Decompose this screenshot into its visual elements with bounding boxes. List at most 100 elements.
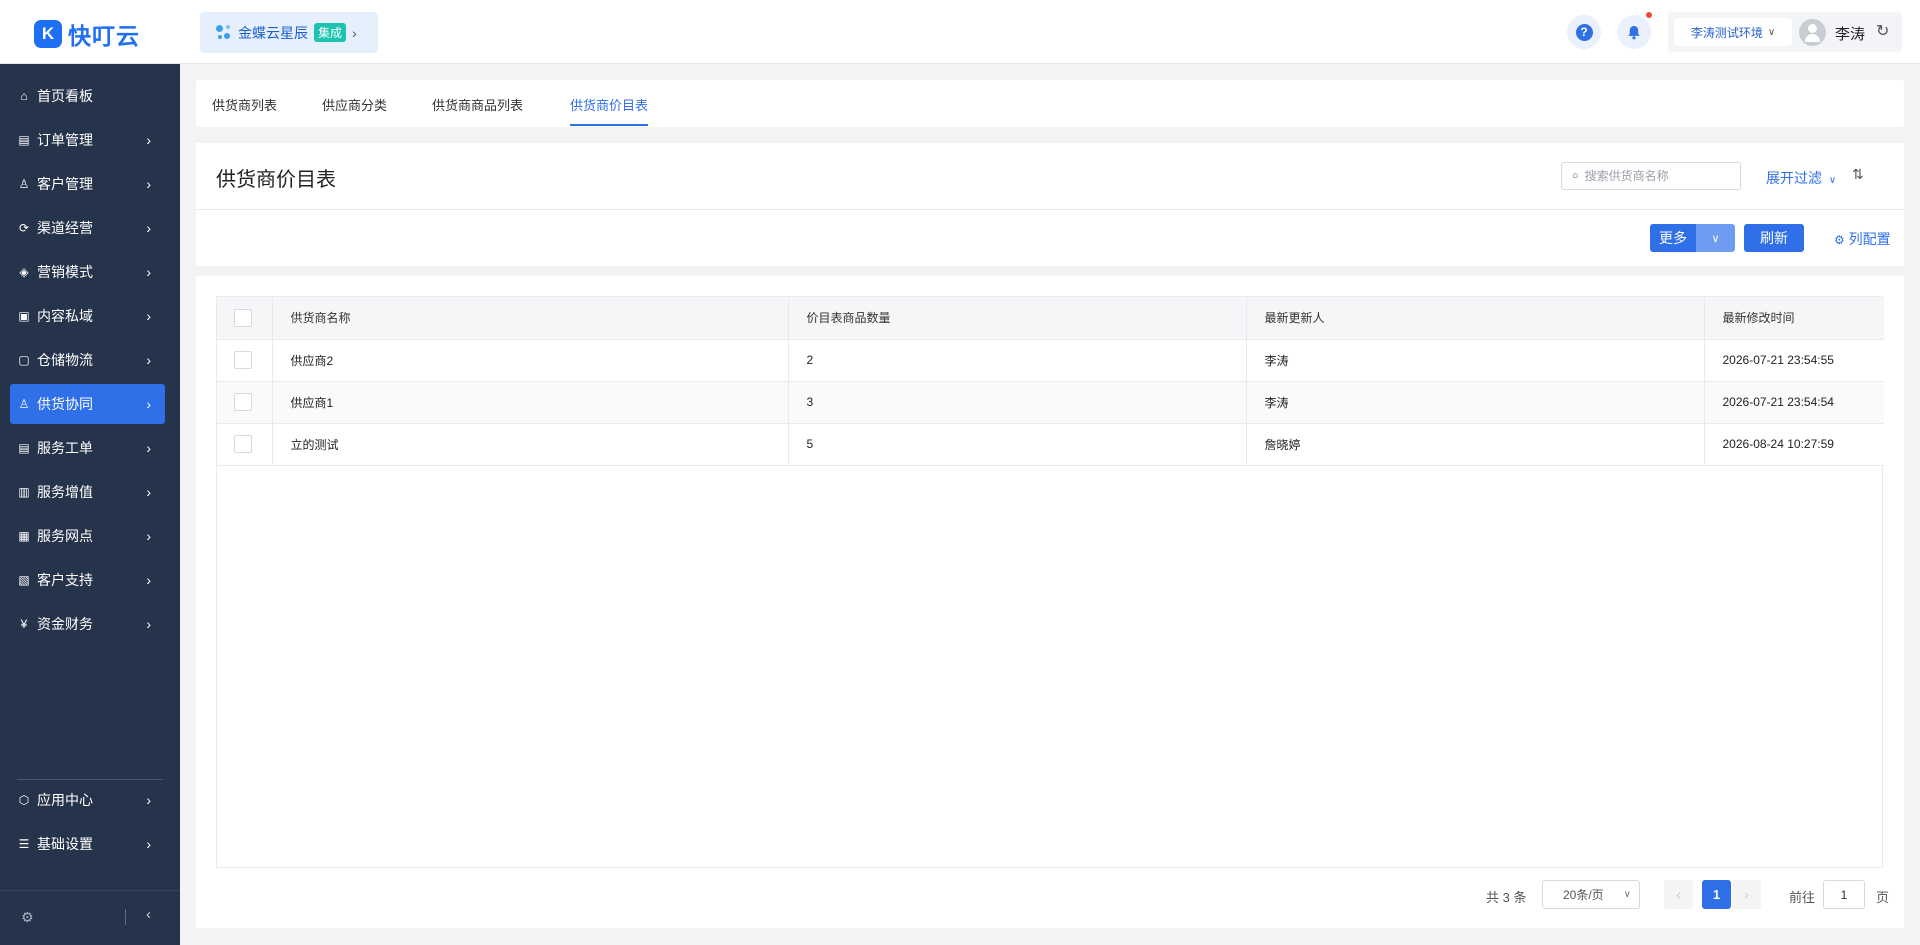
table-row[interactable]: 供应商1 3 李涛 2026-07-21 23:54:54 [217,381,1884,424]
logo-icon: K [34,20,62,48]
sidebar-item-label: 应用中心 [37,792,93,808]
modified-time-cell: 2026-08-24 10:27:59 [1704,423,1884,466]
help-button[interactable]: ? [1567,15,1601,49]
integration-switcher[interactable]: 金蝶云星辰 集成 › [200,12,378,53]
sidebar-item-label: 服务工单 [37,440,93,456]
sidebar-item[interactable]: ▤ 服务工单 › [10,428,165,468]
chevron-right-icon: › [146,396,151,412]
user-name[interactable]: 李涛 [1835,23,1865,44]
row-select-cell [217,423,273,466]
goto-page-input[interactable] [1823,880,1865,909]
tab-supplier-category[interactable]: 供应商分类 [322,95,387,114]
tab-supplier-pricelist[interactable]: 供货商价目表 [570,95,649,126]
sidebar-item[interactable]: ⟳ 渠道经营 › [10,208,165,248]
expand-filter-button[interactable]: 展开过滤 ∨ [1766,168,1836,188]
sidebar-item-label: 内容私域 [37,308,93,324]
chevron-right-icon: › [146,132,151,148]
select-all-checkbox[interactable] [234,308,252,327]
header-divider [196,209,1904,210]
warehouse-icon: ▢ [18,353,30,367]
total-count: 共 3 条 [1486,890,1527,905]
gear-icon[interactable]: ⚙ [21,909,34,926]
chevron-right-icon: › [146,836,151,852]
search-icon: ○ [1572,170,1579,182]
table-panel: 供货商名称 价目表商品数量 最新更新人 最新修改时间 供应商2 2 李涛 202… [196,276,1904,928]
reload-icon[interactable]: ↻ [1876,21,1889,41]
next-page-button[interactable]: › [1732,880,1761,909]
sidebar-item[interactable]: ☰ 基础设置 › [10,824,165,864]
column-header[interactable]: 供货商名称 [272,297,789,340]
sidebar-item[interactable]: ⬡ 应用中心 › [10,780,165,820]
row-checkbox[interactable] [234,435,252,453]
row-checkbox[interactable] [234,393,252,411]
gear-icon: ⚙ [1834,233,1845,247]
sidebar-item-label: 资金财务 [37,616,93,632]
more-button[interactable]: 更多 ∨ [1650,224,1735,252]
search-box[interactable]: ○ [1561,162,1741,190]
sort-icon[interactable]: ⇅ [1852,166,1864,183]
column-header[interactable]: 价目表商品数量 [788,297,1247,340]
more-button-label[interactable]: 更多 [1650,224,1696,252]
sidebar-item-label: 仓储物流 [37,352,93,368]
channel-icon: ⟳ [18,221,30,235]
current-page-button[interactable]: 1 [1702,880,1731,909]
chevron-down-icon[interactable]: ∨ [1696,224,1735,252]
column-config-button[interactable]: ⚙ 列配置 [1834,229,1891,249]
store-icon: ▦ [18,529,30,543]
collapse-sidebar-icon[interactable]: ‹ [146,906,151,923]
cube-icon: ⬡ [18,793,30,807]
avatar[interactable] [1799,19,1826,46]
tab-supplier-products[interactable]: 供货商商品列表 [432,95,523,114]
select-all-cell [217,297,273,340]
sidebar-item[interactable]: ¥ 资金财务 › [10,604,165,644]
tab-bar: 供货商列表 供应商分类 供货商商品列表 供货商价目表 [196,80,1904,127]
sidebar-item[interactable]: ◈ 营销模式 › [10,252,165,292]
logo-text: 快叮云 [68,23,140,49]
table-row[interactable]: 供应商2 2 李涛 2026-07-21 23:54:55 [217,339,1884,382]
sidebar-item[interactable]: ▢ 仓储物流 › [10,340,165,380]
column-header[interactable]: 最新更新人 [1246,297,1705,340]
prev-page-button[interactable]: ‹ [1664,880,1693,909]
chevron-right-icon: › [352,24,357,41]
sidebar: ⌂ 首页看板 ▤ 订单管理 › ♙ 客户管理 › ⟳ 渠道经营 › ◈ 营销模式 › ▣ 内容私域 › ▢ 仓储物流… [0,64,180,945]
modified-time-cell: 2026-07-21 23:54:54 [1704,381,1884,424]
column-header[interactable]: 最新修改时间 [1704,297,1884,340]
search-input[interactable] [1584,169,1725,183]
sidebar-item-label: 订单管理 [37,132,93,148]
sidebar-item[interactable]: ⌂ 首页看板 [10,76,165,116]
page-size-select[interactable]: 20条/页 ∨ [1542,880,1640,909]
pagination: 共 3 条 20条/页 ∨ ‹ 1 › 前往 页 [196,879,1904,909]
footer-divider [125,909,126,925]
notification-button[interactable] [1617,12,1652,49]
row-checkbox[interactable] [234,351,252,369]
integration-logo-icon [214,23,234,43]
chevron-right-icon: › [146,616,151,632]
support-icon: ▧ [18,573,30,587]
row-select-cell [217,339,273,382]
chevron-right-icon: › [146,572,151,588]
sidebar-item-label: 渠道经营 [37,220,93,236]
sidebar-item[interactable]: ▤ 订单管理 › [10,120,165,160]
tab-supplier-list[interactable]: 供货商列表 [212,95,277,114]
sidebar-item[interactable]: ▧ 客户支持 › [10,560,165,600]
sidebar-item[interactable]: ♙ 供货协同 › [10,384,165,424]
sidebar-item[interactable]: ▥ 服务增值 › [10,472,165,512]
app-logo[interactable]: K 快叮云 [34,17,140,51]
supplier-name-cell: 立的测试 [272,423,789,466]
table-row[interactable]: 立的测试 5 詹晓婷 2026-08-24 10:27:59 [217,423,1884,466]
sidebar-item[interactable]: ▦ 服务网点 › [10,516,165,556]
item-count-cell: 3 [788,381,1247,424]
modified-time-cell: 2026-07-21 23:54:55 [1704,339,1884,382]
sidebar-item-label: 供货协同 [37,396,93,412]
home-icon: ⌂ [20,89,28,103]
sidebar-item[interactable]: ▣ 内容私域 › [10,296,165,336]
top-header: K 快叮云 金蝶云星辰 集成 › ? 李涛测试环境 ∨ 李涛 ↻ [0,0,1920,64]
sidebar-item-label: 营销模式 [37,264,93,280]
refresh-button[interactable]: 刷新 [1744,224,1804,252]
chevron-down-icon: ∨ [1767,26,1776,38]
sidebar-item-label: 服务网点 [37,528,93,544]
environment-select[interactable]: 李涛测试环境 ∨ [1674,18,1792,46]
supplier-name-cell: 供应商1 [272,381,789,424]
sidebar-item[interactable]: ♙ 客户管理 › [10,164,165,204]
chevron-right-icon: › [146,220,151,236]
